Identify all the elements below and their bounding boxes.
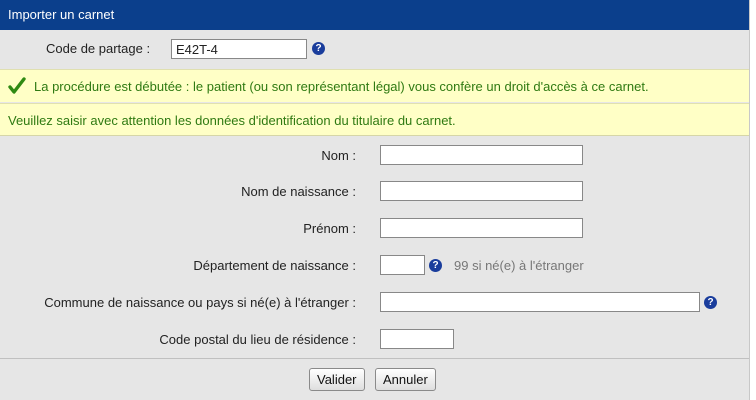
footer-separator <box>0 358 749 359</box>
prenom-label: Prénom : <box>303 221 356 236</box>
code-postal-label: Code postal du lieu de résidence : <box>159 332 356 347</box>
departement-input[interactable] <box>380 255 425 275</box>
instruction-notice-text: Veuillez saisir avec attention les donné… <box>8 113 456 128</box>
share-code-label: Code de partage : <box>46 41 151 56</box>
procedure-notice: La procédure est débutée : le patient (o… <box>0 69 749 102</box>
cancel-button[interactable]: Annuler <box>375 368 436 391</box>
departement-hint: 99 si né(e) à l'étranger <box>454 258 584 273</box>
prenom-input[interactable] <box>380 218 583 238</box>
commune-label: Commune de naissance ou pays si né(e) à … <box>44 295 356 310</box>
commune-input[interactable] <box>380 292 700 312</box>
share-code-help-icon[interactable]: ? <box>312 42 325 55</box>
checkmark-icon <box>8 77 26 94</box>
share-code-input[interactable] <box>171 39 307 59</box>
commune-help-icon[interactable]: ? <box>704 296 717 309</box>
procedure-notice-text: La procédure est débutée : le patient (o… <box>34 79 649 94</box>
instruction-notice: Veuillez saisir avec attention les donné… <box>0 103 749 136</box>
code-postal-input[interactable] <box>380 329 454 349</box>
validate-button[interactable]: Valider <box>309 368 365 391</box>
departement-help-icon[interactable]: ? <box>429 259 442 272</box>
import-carnet-dialog: Importer un carnet Code de partage : ? L… <box>0 0 750 400</box>
nom-label: Nom : <box>321 148 356 163</box>
departement-label: Département de naissance : <box>193 258 356 273</box>
nom-naissance-label: Nom de naissance : <box>241 184 356 199</box>
share-code-row: Code de partage : ? <box>0 30 749 68</box>
nom-naissance-input[interactable] <box>380 181 583 201</box>
dialog-title: Importer un carnet <box>0 0 749 30</box>
nom-input[interactable] <box>380 145 583 165</box>
